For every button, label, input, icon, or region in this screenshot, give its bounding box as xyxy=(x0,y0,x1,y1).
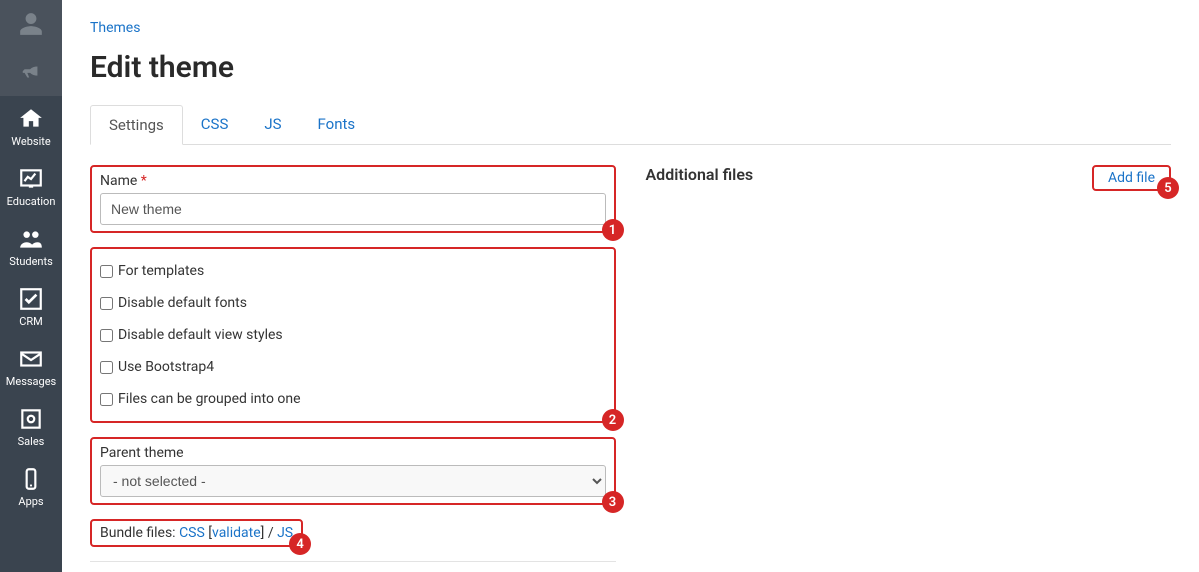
tabs: Settings CSS JS Fonts xyxy=(90,105,1171,145)
sidebar-item-apps[interactable]: Apps xyxy=(0,456,62,516)
sidebar-item-education[interactable]: Education xyxy=(0,156,62,216)
sidebar-item-sales[interactable]: Sales xyxy=(0,396,62,456)
sidebar-label: Students xyxy=(9,255,53,268)
cb-label: Disable default fonts xyxy=(118,295,247,311)
badge-1: 1 xyxy=(602,219,624,241)
cb-label: For templates xyxy=(118,263,204,279)
name-label: Name * xyxy=(100,173,606,189)
badge-5: 5 xyxy=(1157,177,1179,199)
cb-group-files[interactable] xyxy=(100,393,113,406)
sidebar-item-announce[interactable] xyxy=(0,48,62,96)
name-input[interactable] xyxy=(100,193,606,225)
cb-label: Files can be grouped into one xyxy=(118,391,301,407)
sidebar-item-website[interactable]: Website xyxy=(0,96,62,156)
tab-fonts[interactable]: Fonts xyxy=(300,105,374,144)
parent-theme-section: Parent theme - not selected - 3 xyxy=(90,437,616,505)
sidebar-label: Apps xyxy=(18,495,43,508)
megaphone-icon xyxy=(17,58,45,86)
main-content: Themes Edit theme Settings CSS JS Fonts … xyxy=(62,0,1199,572)
chart-icon xyxy=(17,165,45,193)
breadcrumb[interactable]: Themes xyxy=(90,20,1171,36)
bundle-validate-link[interactable]: validate xyxy=(212,525,261,541)
phone-icon xyxy=(17,465,45,493)
tab-settings[interactable]: Settings xyxy=(90,105,183,145)
cb-templates[interactable] xyxy=(100,265,113,278)
sidebar-label: Sales xyxy=(18,435,45,448)
add-file-section: Add file 5 xyxy=(1092,165,1171,191)
bundle-section: Bundle files: CSS [validate] / JS 4 xyxy=(90,519,303,547)
add-file-link[interactable]: Add file xyxy=(1108,170,1155,186)
user-icon xyxy=(17,10,45,38)
bundle-css-link[interactable]: CSS xyxy=(179,525,205,541)
parent-label: Parent theme xyxy=(100,445,606,461)
check-icon xyxy=(17,285,45,313)
sidebar-label: Messages xyxy=(6,375,56,388)
home-icon xyxy=(17,105,45,133)
cb-label: Use Bootstrap4 xyxy=(118,359,214,375)
cb-label: Disable default view styles xyxy=(118,327,283,343)
tab-css[interactable]: CSS xyxy=(183,105,247,144)
page-title: Edit theme xyxy=(90,50,1171,85)
parent-theme-select[interactable]: - not selected - xyxy=(100,465,606,497)
safe-icon xyxy=(17,405,45,433)
sidebar-item-user[interactable] xyxy=(0,0,62,48)
sidebar-item-crm[interactable]: CRM xyxy=(0,276,62,336)
cb-disable-styles[interactable] xyxy=(100,329,113,342)
badge-2: 2 xyxy=(602,409,624,431)
cb-bootstrap4[interactable] xyxy=(100,361,113,374)
divider xyxy=(90,561,616,562)
sidebar-label: CRM xyxy=(19,315,43,328)
name-section: Name * 1 xyxy=(90,165,616,233)
sidebar-item-students[interactable]: Students xyxy=(0,216,62,276)
sidebar-label: Website xyxy=(11,135,50,148)
students-icon xyxy=(17,225,45,253)
required-mark: * xyxy=(141,173,147,189)
mail-icon xyxy=(17,345,45,373)
additional-files-title: Additional files xyxy=(646,165,754,184)
bundle-label: Bundle files: xyxy=(100,525,176,541)
checkbox-section: For templates Disable default fonts Disa… xyxy=(90,247,616,423)
sidebar: Website Education Students CRM Messages … xyxy=(0,0,62,572)
badge-3: 3 xyxy=(602,491,624,513)
tab-js[interactable]: JS xyxy=(246,105,299,144)
sidebar-item-messages[interactable]: Messages xyxy=(0,336,62,396)
sidebar-label: Education xyxy=(7,195,56,208)
cb-disable-fonts[interactable] xyxy=(100,297,113,310)
badge-4: 4 xyxy=(289,533,311,555)
